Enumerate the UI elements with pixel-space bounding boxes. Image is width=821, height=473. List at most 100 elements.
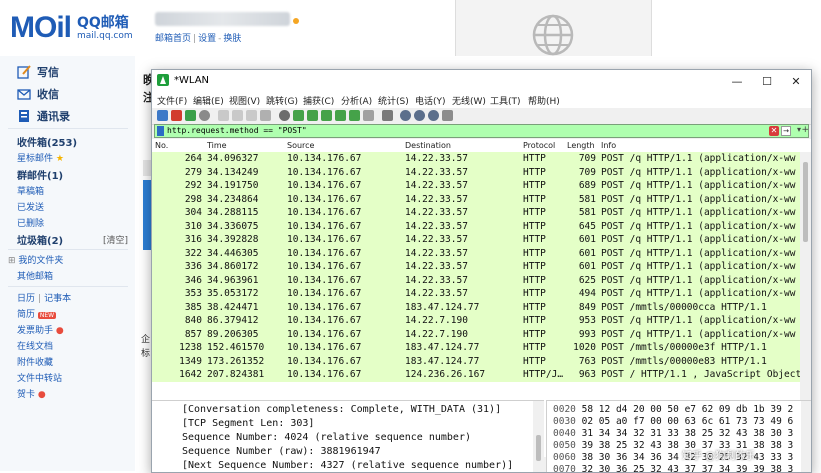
folder-drafts[interactable]: 草稿箱 [17, 184, 44, 197]
detail-line[interactable]: [Conversation completeness: Complete, WI… [182, 404, 501, 415]
col-no[interactable]: No. [155, 141, 168, 150]
packet-row[interactable]: 1238 152.461570 10.134.176.67 183.47.124.77… [152, 341, 800, 355]
detail-line[interactable]: [TCP Segment Len: 303] [182, 418, 314, 429]
col-destination[interactable]: Destination [405, 141, 451, 150]
link-settings[interactable]: 设置 [198, 34, 216, 44]
app-cards[interactable]: 贺卡 ● [17, 387, 46, 400]
packet-row[interactable]: 310 34.336075 10.134.176.67 14.22.33.57 HTTP… [152, 219, 800, 233]
packet-row[interactable]: 336 34.860172 10.134.176.67 14.22.33.57 HTTP… [152, 260, 800, 274]
packet-row[interactable]: 279 34.134249 10.134.176.67 14.22.33.57 HTTP… [152, 165, 800, 179]
detail-line[interactable]: [Next Sequence Number: 4327 (relative se… [182, 460, 513, 471]
scrollbar-thumb[interactable] [536, 435, 541, 461]
contacts-button[interactable]: 通讯录 [17, 108, 70, 124]
app-resume[interactable]: 简历 NEW [17, 307, 57, 320]
packet-row[interactable]: 298 34.234864 10.134.176.67 14.22.33.57 HTTP… [152, 192, 800, 206]
folder-inbox[interactable]: 收件箱(253) [17, 134, 77, 149]
app-transfer[interactable]: 文件中转站 [17, 371, 62, 384]
clear-filter-icon[interactable]: ✕ [769, 126, 779, 136]
folder-group[interactable]: 群邮件(1) [17, 167, 63, 182]
close-button[interactable]: ✕ [781, 70, 811, 92]
packet-row[interactable]: 385 38.424471 10.134.176.67 183.47.124.77 HT… [152, 300, 800, 314]
zoom-out-icon[interactable] [414, 110, 425, 121]
col-time[interactable]: Time [207, 141, 227, 150]
find-packet-icon[interactable] [279, 110, 290, 121]
first-packet-icon[interactable] [335, 110, 346, 121]
app-calendar-notes[interactable]: 日历 | 记事本 [17, 291, 71, 304]
bytes-line[interactable]: 0070 32 30 36 25 32 43 37 37 34 39 39 38… [553, 464, 793, 472]
menu-help[interactable]: 帮助(H) [528, 94, 560, 107]
zoom-normal-icon[interactable] [428, 110, 439, 121]
display-filter-bar[interactable]: http.request.method == "POST" ✕ → ▾ + [154, 124, 809, 138]
last-packet-icon[interactable] [349, 110, 360, 121]
save-file-icon[interactable] [232, 110, 243, 121]
packet-row[interactable]: 1349 173.261352 10.134.176.67 183.47.124.77… [152, 354, 800, 368]
resize-columns-icon[interactable] [442, 110, 453, 121]
colorize-icon[interactable] [382, 110, 393, 121]
capture-options-icon[interactable] [199, 110, 210, 121]
menu-telephony[interactable]: 电话(Y) [415, 94, 446, 107]
scrollbar-thumb[interactable] [803, 162, 808, 242]
col-info[interactable]: Info [601, 141, 616, 150]
link-skin[interactable]: 换肤 [223, 34, 241, 44]
calendar-link[interactable]: 日历 [17, 294, 35, 304]
minimize-button[interactable]: — [722, 70, 752, 92]
filter-input[interactable]: http.request.method == "POST" [167, 126, 307, 135]
receive-mail-button[interactable]: 收信 [17, 86, 59, 102]
clear-spam-link[interactable]: [清空] [103, 233, 128, 246]
packet-row[interactable]: 857 89.206305 10.134.176.67 14.22.7.190 HTTP… [152, 327, 800, 341]
maximize-button[interactable]: ☐ [752, 70, 782, 92]
title-bar[interactable]: *WLAN — ☐ ✕ [152, 70, 811, 92]
go-forward-icon[interactable] [307, 110, 318, 121]
packet-row[interactable]: 322 34.446305 10.134.176.67 14.22.33.57 HTTP… [152, 246, 800, 260]
col-protocol[interactable]: Protocol [523, 141, 555, 150]
detail-line[interactable]: Sequence Number: 4024 (relative sequence… [182, 432, 471, 443]
close-file-icon[interactable] [246, 110, 257, 121]
go-back-icon[interactable] [293, 110, 304, 121]
bytes-line[interactable]: 0030 02 05 a0 f7 00 00 63 6c 61 73 73 49… [553, 416, 793, 427]
filter-dropdown-icon[interactable]: ▾ [797, 125, 801, 134]
apply-filter-icon[interactable]: → [781, 126, 791, 136]
packet-row[interactable]: 264 34.096327 10.134.176.67 14.22.33.57 HTTP… [152, 152, 800, 166]
menu-tools[interactable]: 工具(T) [490, 94, 521, 107]
packet-row[interactable]: 346 34.963961 10.134.176.67 14.22.33.57 HTTP… [152, 273, 800, 287]
bytes-line[interactable]: 0020 58 12 d4 20 00 50 e7 62 09 db 1b 39… [553, 404, 793, 415]
add-filter-button-icon[interactable]: + [801, 125, 809, 135]
zoom-in-icon[interactable] [400, 110, 411, 121]
folder-other[interactable]: 其他邮箱 [17, 269, 53, 282]
qqmail-logo[interactable]: MOil QQ邮箱 mail.qq.com [10, 10, 133, 46]
app-invoice[interactable]: 发票助手 ● [17, 323, 64, 336]
my-folders-toggle[interactable]: ⊞ 我的文件夹 [8, 253, 63, 266]
autoscroll-icon[interactable] [363, 110, 374, 121]
filter-bookmark-icon[interactable] [157, 126, 164, 136]
notes-link[interactable]: 记事本 [44, 294, 71, 304]
menu-capture[interactable]: 捕获(C) [303, 94, 334, 107]
col-source[interactable]: Source [287, 141, 314, 150]
go-to-packet-icon[interactable] [321, 110, 332, 121]
menu-go[interactable]: 跳转(G) [266, 94, 298, 107]
packet-row[interactable]: 1642 207.824381 10.134.176.67 124.236.26.16… [152, 368, 800, 382]
menu-analyze[interactable]: 分析(A) [341, 94, 372, 107]
app-docs[interactable]: 在线文档 [17, 339, 53, 352]
folder-deleted[interactable]: 已删除 [17, 216, 44, 229]
menu-statistics[interactable]: 统计(S) [378, 94, 409, 107]
reload-icon[interactable] [260, 110, 271, 121]
menu-file[interactable]: 文件(F) [157, 94, 187, 107]
bytes-line[interactable]: 0060 38 30 36 34 36 34 32 38 25 32 43 33… [553, 452, 793, 463]
start-capture-icon[interactable] [157, 110, 168, 121]
folder-sent[interactable]: 已发送 [17, 200, 44, 213]
stop-capture-icon[interactable] [171, 110, 182, 121]
detail-line[interactable]: Sequence Number (raw): 3881961947 [182, 446, 381, 457]
menu-edit[interactable]: 编辑(E) [193, 94, 224, 107]
col-length[interactable]: Length [567, 141, 595, 150]
bytes-line[interactable]: 0040 31 34 34 32 31 33 38 25 32 43 38 30… [553, 428, 793, 439]
menu-view[interactable]: 视图(V) [229, 94, 260, 107]
packet-row[interactable]: 292 34.191750 10.134.176.67 14.22.33.57 HTTP… [152, 179, 800, 193]
packet-row[interactable]: 353 35.053172 10.134.176.67 14.22.33.57 HTTP… [152, 287, 800, 301]
bytes-line[interactable]: 0050 39 38 25 32 43 38 30 37 33 31 38 38… [553, 440, 793, 451]
write-mail-button[interactable]: 写信 [17, 64, 59, 80]
folder-spam[interactable]: 垃圾箱(2) [17, 232, 63, 247]
link-home[interactable]: 邮箱首页 [155, 34, 191, 44]
packet-row[interactable]: 840 86.379412 10.134.176.67 14.22.7.190 HTTP… [152, 314, 800, 328]
bytes-scrollbar[interactable] [801, 401, 811, 472]
packet-row[interactable]: 316 34.392828 10.134.176.67 14.22.33.57 HTTP… [152, 233, 800, 247]
